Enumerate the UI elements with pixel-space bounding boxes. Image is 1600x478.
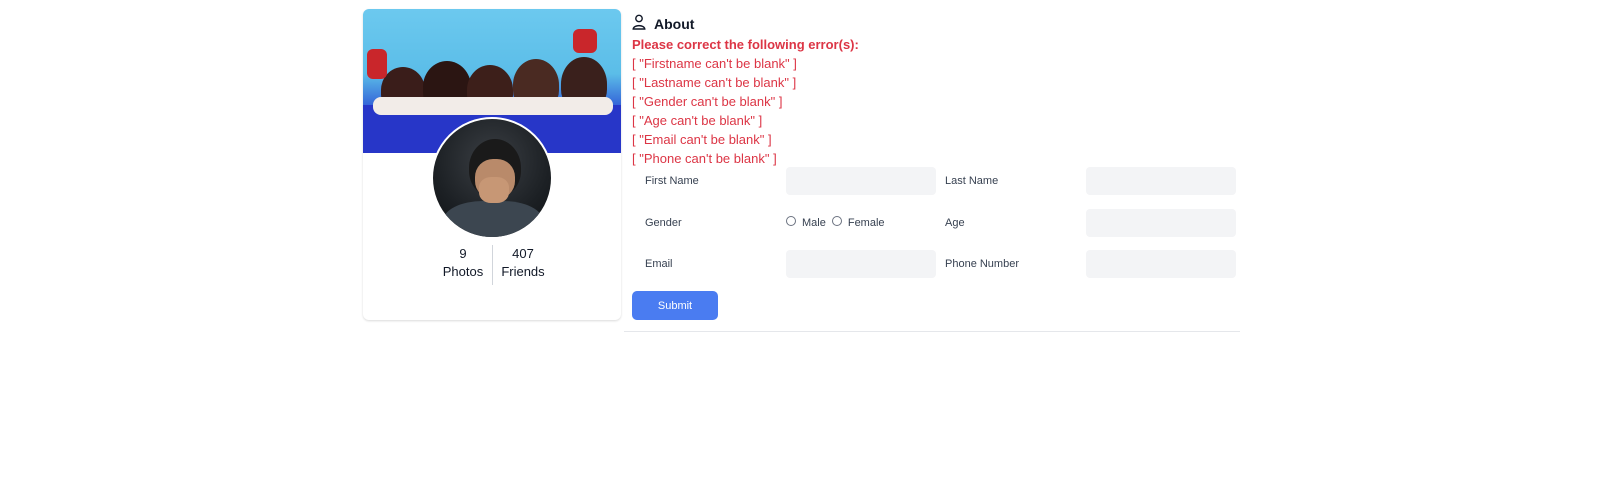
stat-photos-value: 9 [459, 246, 467, 261]
last-name-label: Last Name [945, 175, 999, 187]
phone-label: Phone Number [945, 258, 1019, 270]
last-name-input[interactable] [1086, 167, 1236, 195]
age-input[interactable] [1086, 209, 1236, 237]
form-row-name: First Name Last Name [632, 167, 1236, 197]
age-label: Age [945, 217, 965, 229]
first-name-label: First Name [645, 175, 699, 187]
gender-male-radio[interactable] [786, 216, 796, 226]
error-item: [ "Age can't be blank" ] [632, 113, 763, 128]
email-input[interactable] [786, 250, 936, 278]
error-item: [ "Email can't be blank" ] [632, 132, 772, 147]
error-item: [ "Gender can't be blank" ] [632, 94, 783, 109]
error-item: [ "Firstname can't be blank" ] [632, 56, 797, 71]
profile-stats: 9 Photos 407 Friends [363, 245, 621, 289]
about-title: About [654, 16, 695, 32]
user-icon [632, 14, 646, 35]
submit-button[interactable]: Submit [632, 291, 718, 320]
error-item: [ "Lastname can't be blank" ] [632, 75, 797, 90]
gender-female-label[interactable]: Female [848, 217, 885, 229]
email-label: Email [645, 258, 673, 270]
about-header: About [632, 13, 694, 35]
gender-male-label[interactable]: Male [802, 217, 826, 229]
about-panel: About Please correct the following error… [624, 9, 1240, 332]
phone-input[interactable] [1086, 250, 1236, 278]
error-summary: Please correct the following error(s): [… [632, 35, 859, 168]
form-row-gender-age: Gender Male Female Age [632, 209, 1236, 239]
gender-female-radio[interactable] [831, 216, 842, 226]
avatar[interactable] [431, 117, 553, 239]
stat-friends-value: 407 [512, 246, 534, 261]
stat-photos[interactable]: 9 Photos [433, 245, 493, 281]
stat-friends[interactable]: 407 Friends [493, 245, 553, 281]
gender-label: Gender [645, 217, 682, 229]
error-item: [ "Phone can't be blank" ] [632, 151, 777, 166]
form-row-contact: Email Phone Number [632, 250, 1236, 280]
gender-radio-group: Male Female [786, 215, 891, 229]
profile-card: 9 Photos 407 Friends [363, 9, 621, 320]
error-heading: Please correct the following error(s): [632, 37, 859, 52]
first-name-input[interactable] [786, 167, 936, 195]
stat-friends-label: Friends [501, 264, 545, 279]
stat-photos-label: Photos [442, 264, 484, 279]
